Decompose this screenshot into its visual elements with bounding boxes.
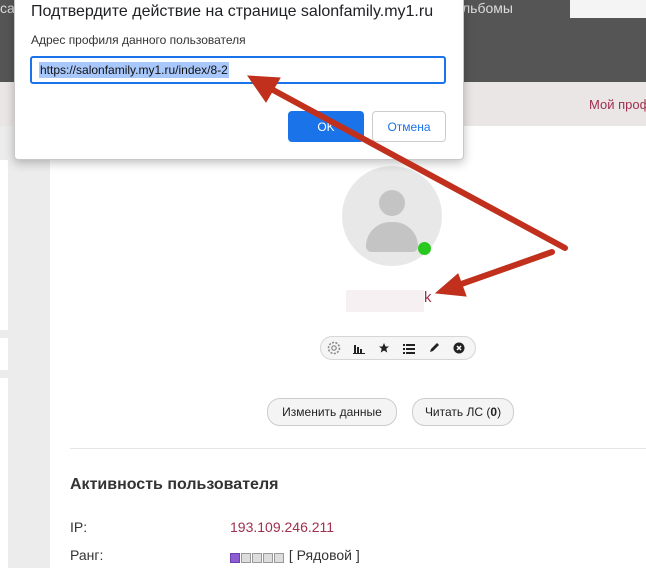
- username-redacted: [346, 290, 424, 312]
- confirm-dialog: Подтвердите действие на странице salonfa…: [14, 0, 464, 160]
- star-icon[interactable]: [371, 337, 396, 359]
- stats-icon[interactable]: [346, 337, 371, 359]
- online-status-icon: [418, 242, 431, 255]
- read-messages-suffix: ): [497, 405, 502, 419]
- rank-text: [ Рядовой ]: [288, 547, 360, 563]
- activity-title: Активность пользователя: [70, 476, 279, 493]
- divider: [70, 448, 646, 449]
- sidebar-strip: [0, 378, 8, 568]
- read-messages-count: 0: [490, 405, 498, 419]
- sidebar-strip: [0, 338, 8, 370]
- rank-box: [230, 552, 240, 563]
- rank-box: [274, 552, 284, 563]
- close-icon[interactable]: [446, 337, 471, 359]
- read-messages-label: Читать ЛС (: [424, 405, 491, 419]
- dialog-label: Адрес профиля данного пользователя: [31, 33, 246, 47]
- nav-item-albums[interactable]: льбомы: [462, 0, 513, 16]
- avatar-placeholder-icon: [379, 190, 405, 216]
- search-box[interactable]: [570, 0, 646, 18]
- rank-value: [ Рядовой ]: [230, 547, 360, 564]
- dialog-title: Подтвердите действие на странице salonfa…: [31, 3, 434, 20]
- rank-box: [241, 552, 251, 563]
- read-messages-button[interactable]: Читать ЛС (0): [412, 398, 514, 426]
- sidebar-strip: [0, 160, 8, 330]
- rank-box: [252, 552, 262, 563]
- avatar-placeholder-body: [366, 222, 418, 252]
- gear-icon[interactable]: [321, 337, 346, 359]
- ok-button[interactable]: OK: [288, 111, 364, 142]
- rank-boxes: [230, 548, 285, 564]
- my-profile-link[interactable]: Мой проф: [589, 97, 646, 112]
- profile-url-value: https://salonfamily.my1.ru/index/8-2: [39, 62, 229, 78]
- profile-url-input[interactable]: https://salonfamily.my1.ru/index/8-2: [30, 56, 446, 84]
- profile-main: k Изменить данные Читать ЛС (0) Активнос…: [50, 126, 646, 568]
- username: k: [424, 289, 432, 306]
- rank-label: Ранг:: [70, 547, 104, 563]
- list-icon[interactable]: [396, 337, 421, 359]
- pencil-icon[interactable]: [421, 337, 446, 359]
- profile-toolbar: [320, 336, 476, 360]
- nav-item-partial[interactable]: са: [0, 0, 15, 16]
- ip-value: 193.109.246.211: [230, 519, 335, 535]
- cancel-button[interactable]: Отмена: [372, 111, 446, 142]
- edit-profile-button[interactable]: Изменить данные: [267, 398, 397, 426]
- ip-label: IP:: [70, 519, 88, 535]
- rank-box: [263, 552, 273, 563]
